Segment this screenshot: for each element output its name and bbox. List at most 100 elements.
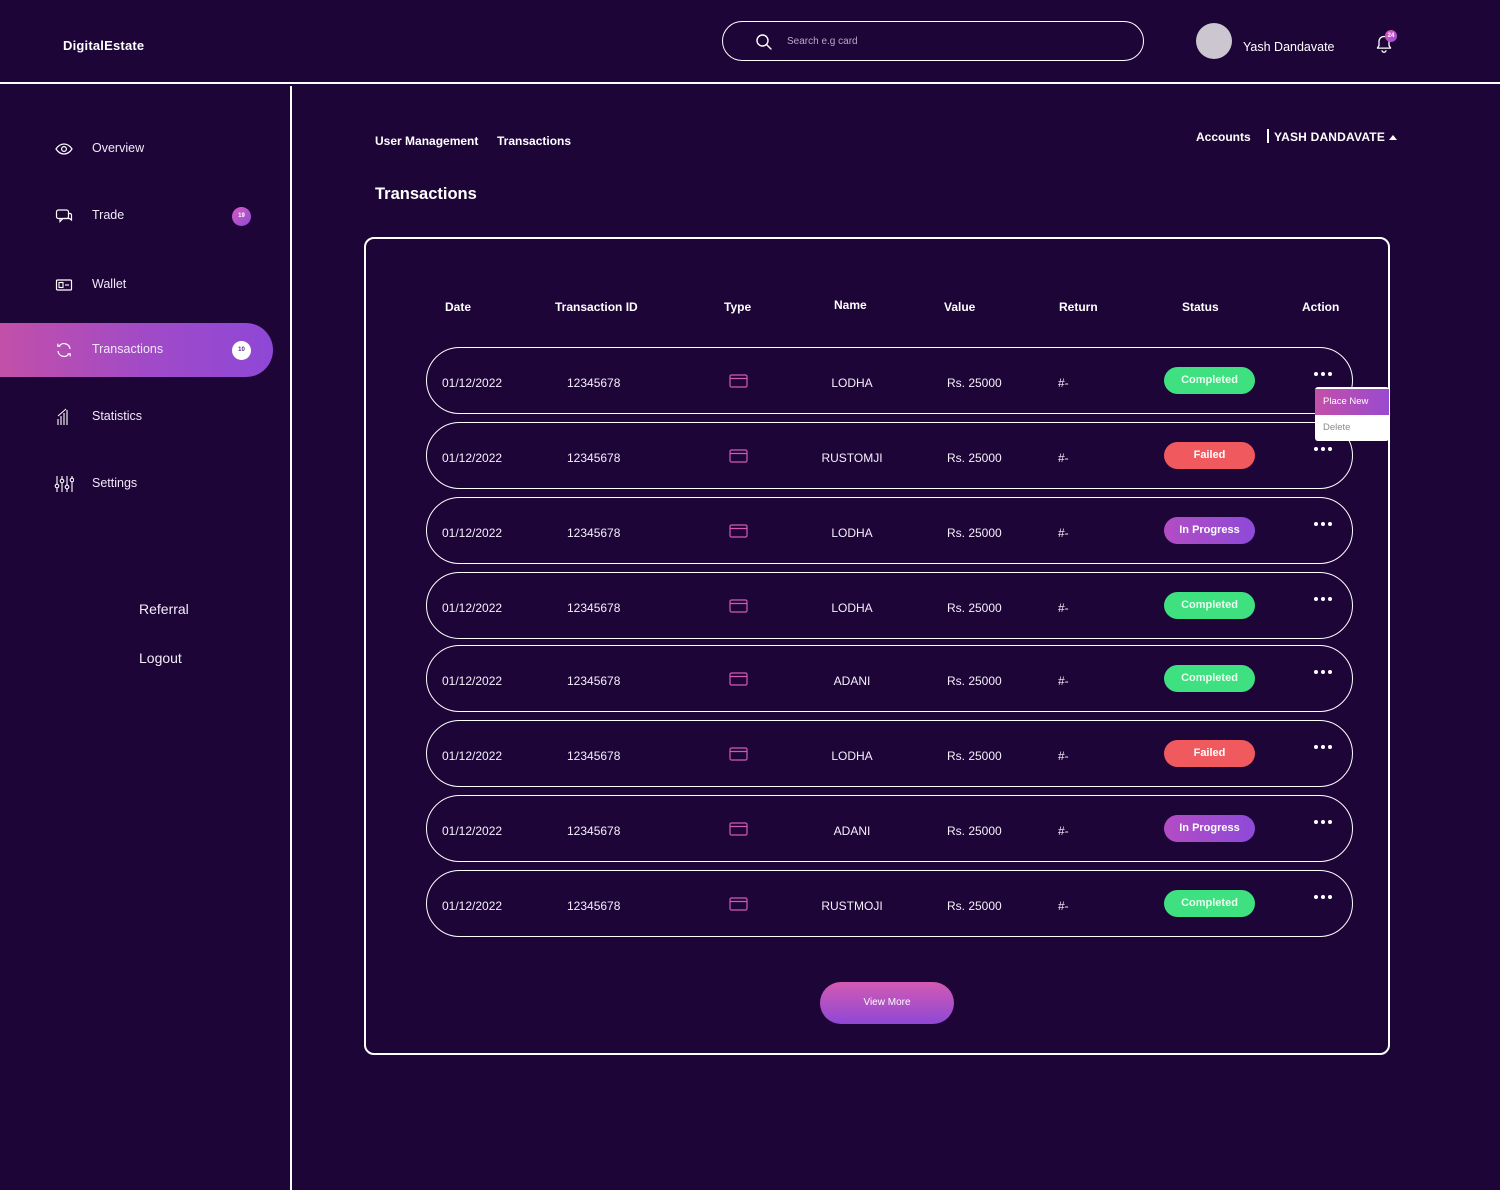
more-options-icon[interactable]: [1314, 670, 1332, 676]
status-badge: Completed: [1164, 890, 1255, 917]
trade-count-badge: 19: [232, 207, 251, 226]
more-options-icon[interactable]: [1314, 522, 1332, 528]
bar-chart-icon: [57, 408, 68, 425]
transaction-id-cell: 12345678: [567, 674, 621, 688]
table-row[interactable]: 01/12/2022 12345678 LODHA Rs. 25000 #- Comple…: [426, 572, 1353, 639]
column-header-date: Date: [445, 300, 472, 314]
menu-item-delete[interactable]: Delete: [1315, 415, 1389, 441]
menu-item-place-new[interactable]: Place New: [1315, 389, 1389, 415]
date-cell: 01/12/2022: [442, 899, 503, 913]
card-icon: [729, 822, 748, 836]
name-cell: LODHA: [831, 601, 873, 615]
breadcrumb-current: Transactions: [497, 134, 572, 148]
value-cell: Rs. 25000: [947, 674, 1002, 688]
action-menu: Place New Delete: [1315, 387, 1389, 441]
more-options-icon[interactable]: [1314, 745, 1332, 751]
column-header-transaction-id: Transaction ID: [555, 300, 638, 314]
value-cell: Rs. 25000: [947, 749, 1002, 763]
sliders-icon: [54, 476, 74, 492]
card-icon: [729, 524, 748, 538]
value-cell: Rs. 25000: [947, 526, 1002, 540]
table-row[interactable]: 01/12/2022 12345678 ADANI Rs. 25000 #- In Pro…: [426, 795, 1353, 862]
card-icon: [729, 374, 748, 388]
transactions-count-badge: 10: [232, 341, 251, 360]
breadcrumb-parent[interactable]: User Management: [375, 134, 478, 148]
table-row[interactable]: 01/12/2022 12345678 LODHA Rs. 25000 #- Comple…: [426, 347, 1353, 414]
search-icon: [756, 34, 772, 50]
value-cell: Rs. 25000: [947, 451, 1002, 465]
card-icon: [729, 897, 748, 911]
page-title: Transactions: [375, 185, 477, 203]
wallet-icon: [55, 279, 73, 291]
caret-up-icon[interactable]: [1389, 135, 1397, 140]
column-header-name: Name: [834, 298, 867, 312]
more-options-icon[interactable]: [1314, 597, 1332, 603]
card-icon: [729, 672, 748, 686]
top-header: DigitalEstate Yash Dandavate 24: [0, 0, 1500, 84]
table-row[interactable]: 01/12/2022 12345678 RUSTMOJI Rs. 25000 #- Com…: [426, 870, 1353, 937]
table-row[interactable]: 01/12/2022 12345678 RUSTOMJI Rs. 25000 #- Fai…: [426, 422, 1353, 489]
accounts-label[interactable]: Accounts: [1196, 130, 1251, 144]
transaction-id-cell: 12345678: [567, 749, 621, 763]
eye-icon: [55, 143, 73, 155]
sidebar-item-label: Transactions: [92, 342, 164, 356]
return-cell: #-: [1058, 824, 1069, 838]
date-cell: 01/12/2022: [442, 674, 503, 688]
more-options-icon[interactable]: [1314, 372, 1332, 378]
chat-icon: [55, 209, 73, 223]
logout-link[interactable]: Logout: [139, 650, 182, 666]
name-cell: LODHA: [831, 749, 873, 763]
name-cell: LODHA: [831, 376, 873, 390]
return-cell: #-: [1058, 749, 1069, 763]
sidebar-item-overview[interactable]: Overview: [0, 122, 273, 176]
sidebar-item-label: Statistics: [92, 409, 143, 423]
value-cell: Rs. 25000: [947, 601, 1002, 615]
card-icon: [729, 747, 748, 761]
referral-link[interactable]: Referral: [139, 601, 189, 617]
sidebar-item-settings[interactable]: Settings: [0, 457, 273, 511]
search-bar[interactable]: [722, 21, 1144, 61]
date-cell: 01/12/2022: [442, 824, 503, 838]
name-cell: LODHA: [831, 526, 873, 540]
sidebar-item-label: Wallet: [92, 277, 127, 291]
sidebar-item-label: Settings: [92, 476, 138, 490]
more-options-icon[interactable]: [1314, 447, 1332, 453]
date-cell: 01/12/2022: [442, 601, 503, 615]
name-cell: RUSTOMJI: [821, 451, 883, 465]
transaction-id-cell: 12345678: [567, 899, 621, 913]
return-cell: #-: [1058, 526, 1069, 540]
user-name[interactable]: Yash Dandavate: [1243, 40, 1335, 54]
return-cell: #-: [1058, 674, 1069, 688]
sidebar-item-wallet[interactable]: Wallet: [0, 258, 273, 312]
value-cell: Rs. 25000: [947, 376, 1002, 390]
transaction-id-cell: 12345678: [567, 451, 621, 465]
sidebar-item-trade[interactable]: Trade 19: [0, 189, 273, 243]
avatar[interactable]: [1196, 23, 1232, 59]
column-header-value: Value: [944, 300, 976, 314]
sidebar-item-label: Overview: [92, 141, 145, 155]
sidebar-item-statistics[interactable]: Statistics: [0, 390, 273, 444]
date-cell: 01/12/2022: [442, 749, 503, 763]
view-more-button[interactable]: View More: [820, 982, 954, 1024]
search-input[interactable]: [787, 31, 1117, 51]
column-header-status: Status: [1182, 300, 1219, 314]
return-cell: #-: [1058, 899, 1069, 913]
sidebar-item-transactions[interactable]: Transactions 10: [0, 323, 273, 377]
date-cell: 01/12/2022: [442, 376, 503, 390]
table-row[interactable]: 01/12/2022 12345678 ADANI Rs. 25000 #- Comple…: [426, 645, 1353, 712]
card-icon: [729, 449, 748, 463]
return-cell: #-: [1058, 451, 1069, 465]
account-selector[interactable]: YASH DANDAVATE: [1274, 130, 1385, 144]
status-badge: In Progress: [1164, 815, 1255, 842]
status-badge: In Progress: [1164, 517, 1255, 544]
value-cell: Rs. 25000: [947, 824, 1002, 838]
table-row[interactable]: 01/12/2022 12345678 LODHA Rs. 25000 #- Failed: [426, 720, 1353, 787]
status-badge: Failed: [1164, 442, 1255, 469]
sidebar: Overview Trade 19 Wallet Transactions 10: [0, 86, 292, 1190]
brand-logo[interactable]: DigitalEstate: [63, 38, 144, 53]
column-header-return: Return: [1059, 300, 1098, 314]
more-options-icon[interactable]: [1314, 820, 1332, 826]
table-row[interactable]: 01/12/2022 12345678 LODHA Rs. 25000 #- In Pro…: [426, 497, 1353, 564]
refresh-icon: [57, 343, 71, 357]
more-options-icon[interactable]: [1314, 895, 1332, 901]
